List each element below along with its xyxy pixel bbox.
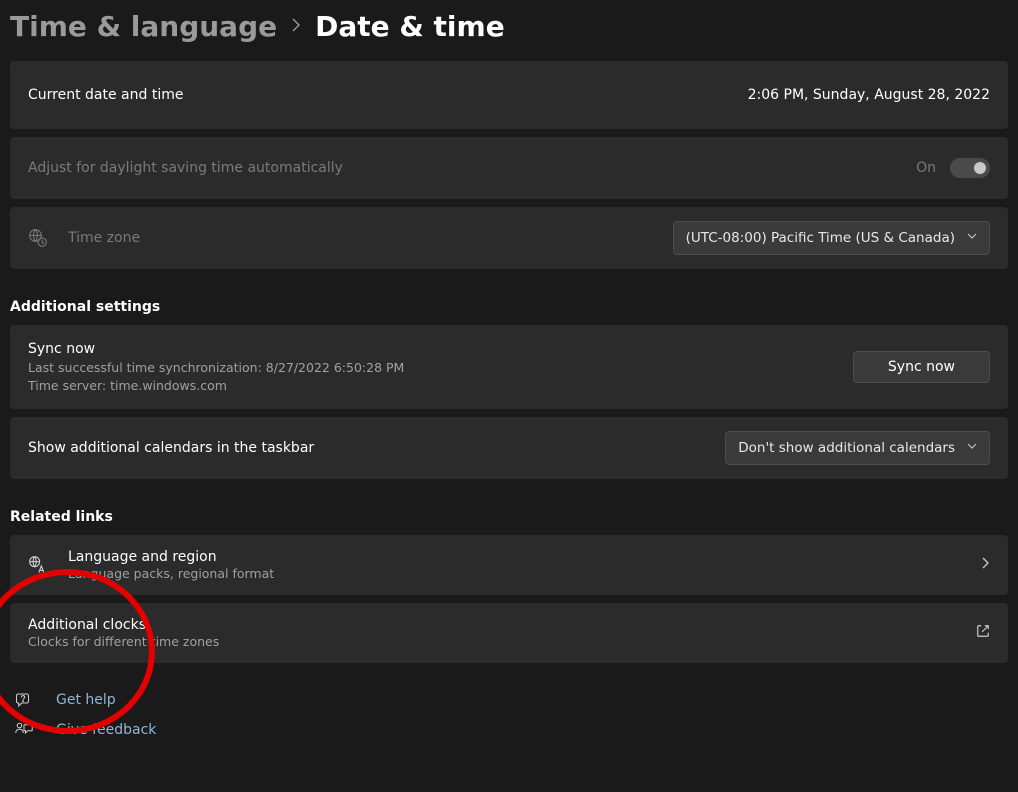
chevron-right-icon xyxy=(982,557,990,573)
timezone-label: Time zone xyxy=(68,230,140,246)
related-links-heading: Related links xyxy=(10,509,1008,525)
sync-now-row: Sync now Last successful time synchroniz… xyxy=(10,325,1008,409)
additional-clocks-subtitle: Clocks for different time zones xyxy=(28,634,219,649)
dst-row: Adjust for daylight saving time automati… xyxy=(10,137,1008,199)
language-region-title: Language and region xyxy=(68,549,274,565)
timezone-dropdown[interactable]: (UTC-08:00) Pacific Time (US & Canada) xyxy=(673,221,990,255)
language-region-link[interactable]: Language and region Language packs, regi… xyxy=(10,535,1008,595)
calendars-selected: Don't show additional calendars xyxy=(738,440,955,456)
current-datetime-row: Current date and time 2:06 PM, Sunday, A… xyxy=(10,61,1008,129)
toggle-knob xyxy=(974,162,986,174)
additional-clocks-title: Additional clocks xyxy=(28,617,219,633)
page-title: Date & time xyxy=(315,10,505,43)
dst-status: On xyxy=(916,160,936,176)
timezone-selected: (UTC-08:00) Pacific Time (US & Canada) xyxy=(686,230,955,246)
current-datetime-label: Current date and time xyxy=(28,87,183,103)
language-region-subtitle: Language packs, regional format xyxy=(68,566,274,581)
chevron-down-icon xyxy=(967,443,977,454)
timezone-row: Time zone (UTC-08:00) Pacific Time (US &… xyxy=(10,207,1008,269)
additional-clocks-link[interactable]: Additional clocks Clocks for different t… xyxy=(10,603,1008,663)
globe-icon xyxy=(28,228,48,248)
sync-server: Time server: time.windows.com xyxy=(28,378,404,393)
breadcrumb: Time & language Date & time xyxy=(0,0,1018,43)
feedback-icon xyxy=(14,721,34,739)
chevron-down-icon xyxy=(967,233,977,244)
calendars-dropdown[interactable]: Don't show additional calendars xyxy=(725,431,990,465)
give-feedback-link[interactable]: Give feedback xyxy=(10,721,1008,739)
get-help-link[interactable]: Get help xyxy=(10,691,1008,709)
dst-label: Adjust for daylight saving time automati… xyxy=(28,160,343,176)
language-icon xyxy=(28,555,48,575)
calendars-row: Show additional calendars in the taskbar… xyxy=(10,417,1008,479)
dst-toggle[interactable] xyxy=(950,158,990,178)
give-feedback-label: Give feedback xyxy=(56,722,156,738)
breadcrumb-parent[interactable]: Time & language xyxy=(10,10,277,43)
external-link-icon xyxy=(976,624,990,642)
additional-settings-heading: Additional settings xyxy=(10,299,1008,315)
calendars-label: Show additional calendars in the taskbar xyxy=(28,440,314,456)
help-icon xyxy=(14,691,34,709)
sync-now-button[interactable]: Sync now xyxy=(853,351,990,383)
get-help-label: Get help xyxy=(56,692,116,708)
sync-title: Sync now xyxy=(28,341,404,357)
current-datetime-value: 2:06 PM, Sunday, August 28, 2022 xyxy=(748,87,990,103)
chevron-right-icon xyxy=(291,16,301,37)
sync-last: Last successful time synchronization: 8/… xyxy=(28,360,404,375)
